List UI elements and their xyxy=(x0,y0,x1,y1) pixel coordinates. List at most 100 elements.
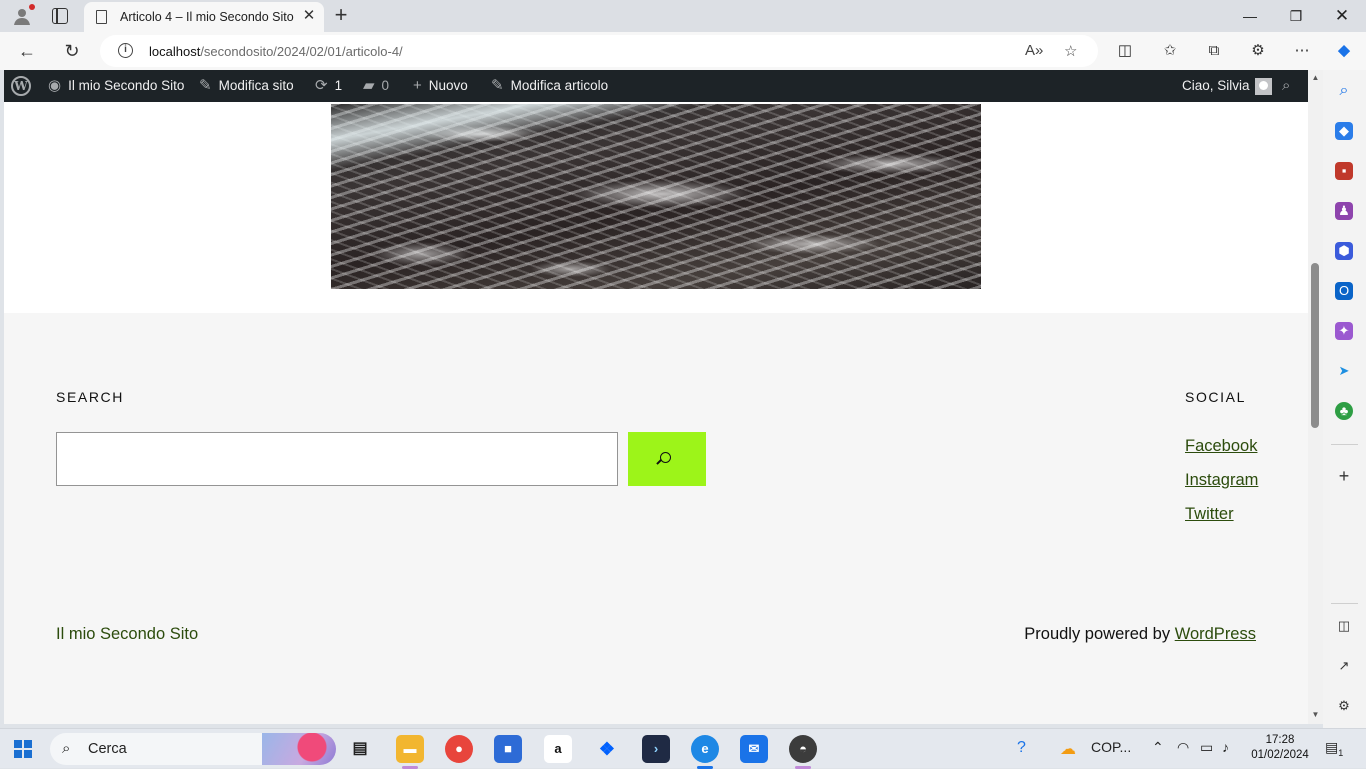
sidebar-send-icon[interactable]: ➤ xyxy=(1335,362,1353,380)
wordpress-logo-icon[interactable]: W xyxy=(11,76,31,96)
close-tab-icon[interactable]: ✕ xyxy=(300,7,318,25)
scroll-down-icon[interactable]: ▼ xyxy=(1311,710,1320,719)
search-icon xyxy=(660,452,671,463)
site-footer: SEARCH SOCIAL Facebook Instagram Twitter… xyxy=(4,313,1308,724)
file-explorer-icon[interactable]: ▬ xyxy=(396,735,424,763)
back-icon[interactable]: ← xyxy=(15,40,39,62)
footer-site-title[interactable]: Il mio Secondo Sito xyxy=(56,625,198,644)
weather-icon[interactable]: ☁ xyxy=(1060,739,1076,759)
dropbox-icon[interactable]: ❖ xyxy=(593,735,621,763)
search-input[interactable] xyxy=(56,432,618,486)
volume-icon[interactable]: ♪ xyxy=(1222,739,1229,755)
admin-site-name[interactable]: ◉ Il mio Secondo Sito xyxy=(48,70,184,102)
scroll-up-icon[interactable]: ▲ xyxy=(1311,73,1320,82)
chrome-icon[interactable]: ● xyxy=(445,735,473,763)
sidebar-games-icon[interactable]: ♟ xyxy=(1335,202,1353,220)
taskbar-search[interactable]: ⌕ Cerca xyxy=(50,733,336,765)
wp-admin-bar: W ◉ Il mio Secondo Sito ✎ Modifica sito ⟳ 1… xyxy=(4,70,1308,102)
search-highlight-image xyxy=(262,733,336,765)
search-icon: ⌕ xyxy=(62,740,71,757)
address-bar[interactable]: i localhost/secondosito/2024/02/01/artic… xyxy=(100,35,1098,67)
windows-taskbar: ⌕ Cerca ▤ ▬ ● ■ a ❖ › e ✉ ◓ ? ☁ COP... ⌃… xyxy=(0,728,1366,769)
active-tab[interactable]: Articolo 4 – Il mio Secondo Sito ✕ xyxy=(84,2,324,32)
brush-icon: ✎ xyxy=(199,77,212,94)
amazon-icon[interactable]: a xyxy=(544,735,572,763)
sidebar-search-icon[interactable]: ⌕ xyxy=(1335,82,1353,100)
task-view-icon[interactable]: ▤ xyxy=(346,735,374,763)
site-info-icon[interactable]: i xyxy=(118,43,133,58)
page-favicon-icon xyxy=(96,10,107,24)
clock-time: 17:28 xyxy=(1265,734,1295,746)
page-scrollbar[interactable]: ▲ ▼ xyxy=(1308,70,1323,724)
clock-date: 01/02/2024 xyxy=(1251,749,1309,761)
more-menu-icon[interactable]: ⋯ xyxy=(1292,41,1312,61)
sidebar-panel-icon[interactable]: ◫ xyxy=(1335,617,1353,635)
featured-image xyxy=(331,104,981,289)
wifi-icon[interactable]: ◠ xyxy=(1177,739,1189,756)
sidebar-copilot365-icon[interactable]: ⬢ xyxy=(1335,242,1353,260)
favorite-star-icon[interactable]: ☆ xyxy=(1064,42,1077,60)
extensions-icon[interactable]: ⚙ xyxy=(1248,41,1268,61)
wordpress-link[interactable]: WordPress xyxy=(1175,625,1256,643)
admin-account[interactable]: Ciao, Silvia xyxy=(1182,70,1272,102)
admin-edit-post[interactable]: ✎ Modifica articolo xyxy=(491,70,608,102)
battery-icon[interactable]: ▭ xyxy=(1200,739,1213,756)
search-button[interactable] xyxy=(628,432,706,486)
url-text[interactable]: localhost/secondosito/2024/02/01/articol… xyxy=(149,44,403,59)
sidebar-add-icon[interactable]: + xyxy=(1335,467,1353,485)
notifications-icon[interactable]: ▤1 xyxy=(1325,739,1343,758)
favorites-icon[interactable]: ✩ xyxy=(1160,41,1180,61)
sidebar-external-icon[interactable]: ↗ xyxy=(1335,657,1353,675)
taskbar-clock[interactable]: 17:28 01/02/2024 xyxy=(1248,733,1312,763)
scrollbar-thumb[interactable] xyxy=(1311,263,1319,428)
minimize-button[interactable]: — xyxy=(1230,4,1270,28)
sidebar-designer-icon[interactable]: ✦ xyxy=(1335,322,1353,340)
store-icon[interactable]: ■ xyxy=(494,735,522,763)
restore-button[interactable]: ❐ xyxy=(1276,4,1316,28)
instagram-link[interactable]: Instagram xyxy=(1185,471,1258,490)
facebook-link[interactable]: Facebook xyxy=(1185,437,1257,456)
help-icon[interactable]: ? xyxy=(1017,739,1026,757)
comment-icon: ▰ xyxy=(363,77,375,94)
split-screen-icon[interactable]: ◫ xyxy=(1115,41,1135,61)
powershell-icon[interactable]: › xyxy=(642,735,670,763)
featured-image-wave xyxy=(331,104,981,289)
page-viewport: W ◉ Il mio Secondo Sito ✎ Modifica sito ⟳ 1… xyxy=(4,70,1308,724)
tab-title: Articolo 4 – Il mio Secondo Sito xyxy=(120,10,294,24)
sidebar-tools-icon[interactable]: ▪ xyxy=(1335,162,1353,180)
windows-start-icon[interactable] xyxy=(14,740,32,758)
twitter-link[interactable]: Twitter xyxy=(1185,505,1234,524)
taskbar-search-label: Cerca xyxy=(88,741,127,757)
mail-icon[interactable]: ✉ xyxy=(740,735,768,763)
close-window-button[interactable]: ✕ xyxy=(1322,4,1362,28)
github-icon[interactable]: ◓ xyxy=(789,735,817,763)
pencil-icon: ✎ xyxy=(491,77,504,94)
tray-app-label[interactable]: COP... xyxy=(1091,739,1131,755)
avatar xyxy=(1254,77,1272,95)
sidebar-tree-icon[interactable]: ♣ xyxy=(1335,402,1353,420)
new-tab-button[interactable]: + xyxy=(331,4,351,26)
dashboard-icon: ◉ xyxy=(48,77,62,94)
admin-updates[interactable]: ⟳ 1 xyxy=(315,70,342,102)
plus-icon: + xyxy=(413,77,422,94)
collections-icon[interactable]: ⧉ xyxy=(1204,41,1224,61)
tab-actions-icon[interactable] xyxy=(52,8,68,24)
sidebar-divider xyxy=(1331,444,1358,445)
refresh-icon[interactable]: ↻ xyxy=(60,40,84,62)
sidebar-settings-icon[interactable]: ⚙ xyxy=(1335,697,1353,715)
edge-icon[interactable]: e xyxy=(691,735,719,763)
admin-new[interactable]: + Nuovo xyxy=(413,70,468,102)
copilot-icon[interactable]: ◆ xyxy=(1334,41,1354,61)
admin-search-icon[interactable]: ⌕ xyxy=(1282,70,1290,102)
admin-customize[interactable]: ✎ Modifica sito xyxy=(199,70,294,102)
edge-sidebar: ⌕ ◆ ▪ ♟ ⬢ O ✦ ➤ ♣ + ◫ ↗ ⚙ xyxy=(1323,70,1366,728)
updates-icon: ⟳ xyxy=(315,77,328,94)
powered-by: Proudly powered by WordPress xyxy=(1024,625,1256,643)
show-hidden-icons[interactable]: ⌃ xyxy=(1152,739,1164,756)
admin-comments[interactable]: ▰ 0 xyxy=(363,70,389,102)
sidebar-divider xyxy=(1331,603,1358,604)
sidebar-shopping-icon[interactable]: ◆ xyxy=(1335,122,1353,140)
read-aloud-icon[interactable]: A» xyxy=(1025,42,1043,59)
browser-tab-strip: Articolo 4 – Il mio Secondo Sito ✕ + — ❐… xyxy=(0,0,1366,32)
sidebar-outlook-icon[interactable]: O xyxy=(1335,282,1353,300)
